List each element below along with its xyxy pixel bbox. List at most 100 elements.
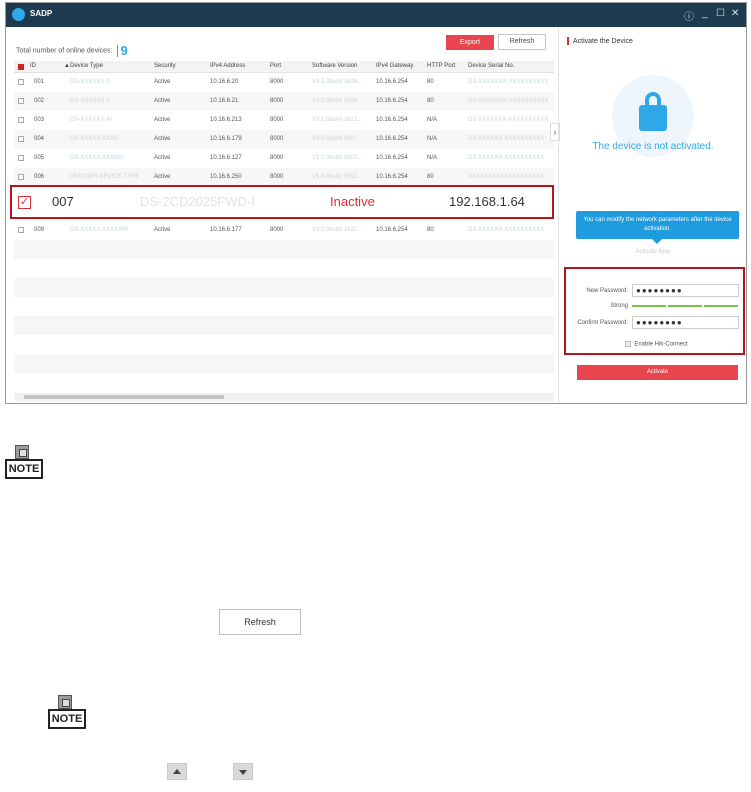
- cell-id: 002: [34, 98, 45, 104]
- up-arrow-icon: [167, 763, 187, 780]
- cell-device-type: DS-XXXXXX-A: [70, 98, 111, 104]
- note-label: NOTE: [5, 459, 43, 479]
- title-bar: SADP ⓘ _ ☐ ✕: [6, 3, 746, 27]
- hik-connect-label: Enable Hik-Connect: [634, 341, 688, 348]
- cell-device-type: UNKOWN-DEVICE-TYPE: [70, 174, 140, 180]
- row-checkbox[interactable]: [18, 155, 24, 161]
- scrollbar-thumb[interactable]: [24, 395, 224, 399]
- new-password-label: New Password:: [586, 288, 628, 294]
- column-header-port[interactable]: Port: [270, 63, 281, 69]
- sadp-logo-icon: [12, 8, 25, 21]
- cell-device-type: DS-XXXXXX-AI: [70, 117, 113, 123]
- row-checkbox[interactable]: [18, 98, 24, 104]
- row-checkbox[interactable]: [18, 79, 24, 85]
- row-checkbox[interactable]: [18, 174, 24, 180]
- cell-serial: DS-XXXXXX-XXXXXXXXXX: [468, 227, 545, 233]
- row-checkbox[interactable]: [18, 117, 24, 123]
- cell-software-version: V3.0.5build 160...: [312, 136, 359, 142]
- column-header-http-port[interactable]: HTTP Port: [427, 63, 455, 69]
- cell-software-version: V2.2.0build 1607...: [312, 155, 363, 161]
- row-checkbox[interactable]: [18, 227, 24, 233]
- maximize-icon[interactable]: ☐: [716, 8, 725, 19]
- cell-serial: DS-XXXXXX-XXXXXXXXXX: [468, 155, 545, 161]
- hik-connect-checkbox[interactable]: [625, 341, 632, 347]
- cell-software-version: V3.1.0build 1612...: [312, 117, 363, 123]
- row-checkbox-checked[interactable]: ✓: [18, 196, 31, 209]
- column-header-security[interactable]: Security: [154, 63, 176, 69]
- not-activated-status: The device is not activated.: [592, 141, 714, 152]
- select-all-checkbox[interactable]: [18, 64, 24, 70]
- cell-serial: DS-XXXXXX-XXXXXXXXXX: [468, 136, 545, 142]
- cell-gateway: 10.16.6.254: [376, 155, 408, 161]
- confirm-password-label: Confirm Password:: [577, 320, 628, 326]
- info-icon[interactable]: ⓘ: [684, 8, 694, 23]
- column-header-ipv4-address[interactable]: IPv4 Address: [210, 63, 245, 69]
- empty-row: [14, 354, 554, 373]
- cell-ipv4: 10.16.6.250: [210, 174, 242, 180]
- highlight-device-type: DS-2CD2025FWD-I: [140, 194, 255, 209]
- row-checkbox[interactable]: [18, 136, 24, 142]
- cell-device-type: DS-XXXXX-XXBNG: [70, 155, 124, 161]
- refresh-button-illustration: Refresh: [219, 609, 301, 635]
- cell-ipv4: 10.16.6.177: [210, 227, 242, 233]
- column-header-serial-no[interactable]: Device Serial No.: [468, 63, 514, 69]
- close-icon[interactable]: ✕: [731, 8, 739, 19]
- confirm-password-field[interactable]: ●●●●●●●●: [632, 316, 739, 329]
- sadp-screenshot: SADP ⓘ _ ☐ ✕ Total number of online devi…: [5, 2, 747, 404]
- activate-button[interactable]: Activate: [577, 365, 738, 380]
- new-password-field[interactable]: ●●●●●●●●: [632, 284, 739, 297]
- cell-port: 8000: [270, 117, 284, 123]
- cell-http-port: 80: [427, 227, 434, 233]
- table-row[interactable]: 002 DS-XXXXXX-A Active 10.16.6.21 8000 V…: [14, 92, 554, 111]
- cell-ipv4: 10.16.6.213: [210, 117, 242, 123]
- cell-id: 004: [34, 136, 45, 142]
- activate-panel: Activate the Device The device is not ac…: [558, 27, 746, 403]
- cell-http-port: N/A: [427, 136, 438, 142]
- table-row[interactable]: 009 DS-XXXXX-XXXXXW Active 10.16.6.177 8…: [14, 221, 554, 240]
- activate-now-link[interactable]: Activate Now: [559, 249, 747, 255]
- device-list-panel: Total number of online devices: 9 Export …: [6, 27, 556, 403]
- table-header: ID ▲ Device Type Security IPv4 Address P…: [14, 61, 554, 73]
- password-section: New Password: ●●●●●●●● Strong Confirm Pa…: [564, 267, 745, 355]
- cell-http-port: N/A: [427, 117, 438, 123]
- cell-id: 001: [34, 79, 45, 85]
- cell-serial: DS-XXXXXXX-XXXXXXXXXX: [468, 117, 549, 123]
- table-row[interactable]: 004 DS-XXXXX-XX2G Active 10.16.6.179 800…: [14, 130, 554, 149]
- cell-gateway: 10.16.6.254: [376, 174, 408, 180]
- device-count-label: Total number of online devices:: [16, 47, 113, 55]
- note-icon: NOTE: [5, 445, 43, 483]
- export-button[interactable]: Export: [446, 35, 494, 50]
- table-row[interactable]: 001 DS-XXXXXX-X Active 10.16.6.20 8000 V…: [14, 73, 554, 92]
- refresh-button[interactable]: Refresh: [498, 34, 546, 50]
- cell-port: 8000: [270, 79, 284, 85]
- note-label: NOTE: [48, 709, 86, 729]
- column-header-ipv4-gateway[interactable]: IPv4 Gateway: [376, 63, 413, 69]
- cell-port: 8000: [270, 98, 284, 104]
- highlighted-row-007[interactable]: ✓ 007 DS-2CD2025FWD-I Inactive 192.168.1…: [10, 185, 554, 219]
- table-row[interactable]: 005 DS-XXXXX-XXBNG Active 10.16.6.127 80…: [14, 149, 554, 168]
- column-header-device-type[interactable]: Device Type: [70, 63, 103, 69]
- cell-device-type: DS-XXXXX-XX2G: [70, 136, 119, 142]
- empty-row: [14, 316, 554, 335]
- cell-software-version: V3.3.0build 1608...: [312, 98, 363, 104]
- info-tooltip: You can modify the network parameters af…: [576, 211, 739, 239]
- divider: [116, 44, 118, 57]
- device-count-value: 9: [120, 43, 128, 58]
- hik-connect-option[interactable]: Enable Hik-Connect: [566, 341, 747, 348]
- cell-serial: XXXXXXXXXXXXXXXXXXX: [468, 174, 545, 180]
- cell-gateway: 10.16.6.254: [376, 227, 408, 233]
- minimize-icon[interactable]: _: [702, 8, 708, 19]
- app-title: SADP: [30, 9, 53, 18]
- column-header-software-version[interactable]: Software Version: [312, 63, 357, 69]
- highlight-id: 007: [52, 194, 74, 209]
- cell-id: 005: [34, 155, 45, 161]
- strength-label: Strong: [610, 303, 628, 309]
- device-count: Total number of online devices: 9: [16, 43, 128, 58]
- cell-http-port: N/A: [427, 155, 438, 161]
- column-header-id[interactable]: ID: [30, 63, 36, 69]
- cell-ipv4: 10.16.6.127: [210, 155, 242, 161]
- cell-software-version: V5.4.0build 1602...: [312, 174, 363, 180]
- highlight-ipv4: 192.168.1.64: [449, 194, 525, 209]
- horizontal-scrollbar[interactable]: [14, 393, 554, 401]
- table-row[interactable]: 003 DS-XXXXXX-AI Active 10.16.6.213 8000…: [14, 111, 554, 130]
